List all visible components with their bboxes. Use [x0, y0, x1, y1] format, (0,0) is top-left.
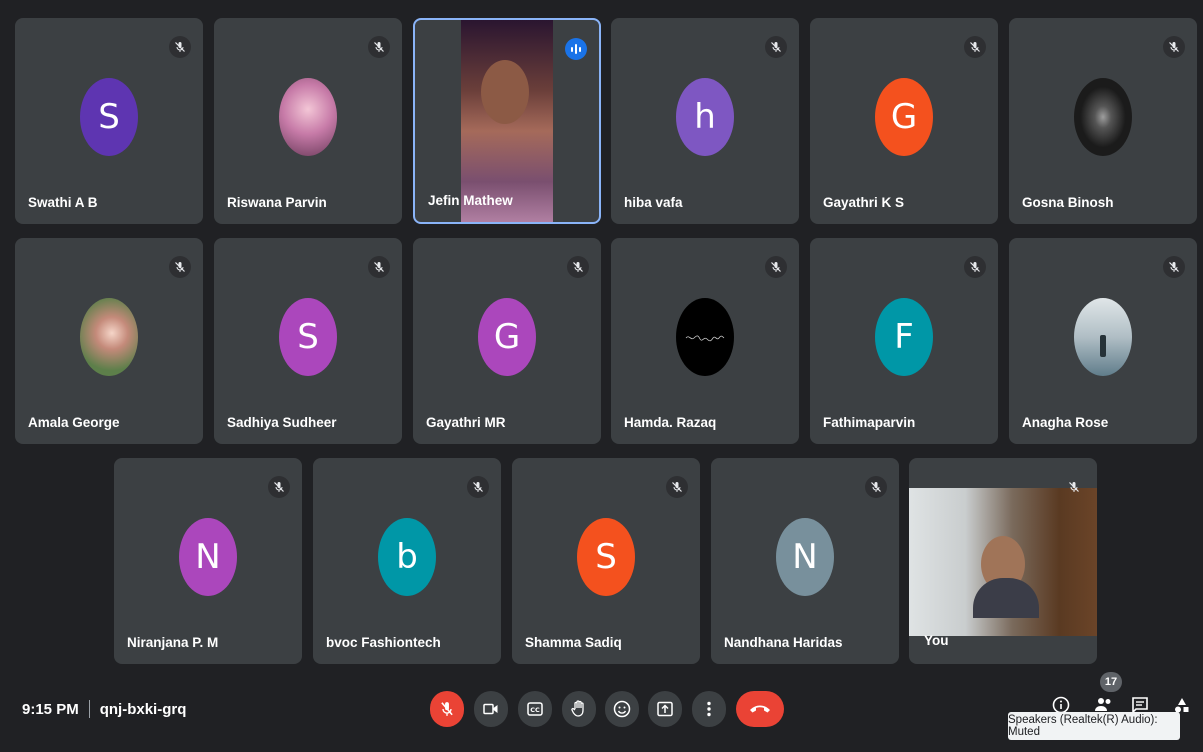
mic-muted-icon	[1063, 476, 1085, 498]
avatar: N	[179, 517, 237, 596]
raise-hand-icon	[571, 700, 584, 717]
participant-name: Nandhana Haridas	[724, 635, 843, 650]
participant-tile[interactable]: G Gayathri MR	[413, 238, 601, 444]
participant-name: Niranjana P. M	[127, 635, 219, 650]
profile-photo	[1074, 297, 1132, 376]
more-options-button[interactable]	[692, 691, 726, 727]
mic-muted-icon	[567, 256, 589, 278]
participant-tile[interactable]: F Fathimaparvin	[810, 238, 998, 444]
captions-icon: CC	[527, 702, 543, 716]
participant-name: Swathi A B	[28, 195, 98, 210]
avatar: S	[80, 77, 138, 156]
meeting-details[interactable]: 9:15 PM qnj-bxki-grq	[22, 700, 186, 718]
mic-muted-icon	[169, 256, 191, 278]
participant-name: Riswana Parvin	[227, 195, 327, 210]
participant-tile[interactable]: b bvoc Fashiontech	[313, 458, 501, 664]
participant-tile[interactable]: h hiba vafa	[611, 18, 799, 224]
svg-text:CC: CC	[530, 706, 540, 714]
participant-video	[461, 20, 553, 222]
present-icon	[657, 701, 673, 717]
profile-photo	[279, 77, 337, 156]
meeting-code: qnj-bxki-grq	[99, 700, 187, 718]
participant-tile[interactable]: Amala George	[15, 238, 203, 444]
profile-photo	[80, 297, 138, 376]
mic-muted-icon	[1163, 36, 1185, 58]
participant-name: Jefin Mathew	[428, 193, 513, 208]
participant-name: Sadhiya Sudheer	[227, 415, 337, 430]
self-video	[909, 488, 1097, 636]
participant-name: Gayathri K S	[823, 195, 905, 210]
profile-photo	[1074, 77, 1132, 156]
participant-tile[interactable]: S Sadhiya Sudheer	[214, 238, 402, 444]
toggle-camera-button[interactable]	[474, 691, 508, 727]
more-options-icon	[707, 701, 711, 717]
participant-name: Gosna Binosh	[1022, 195, 1114, 210]
signature-logo	[685, 335, 725, 342]
leave-call-button[interactable]	[736, 691, 784, 727]
mic-muted-icon	[1163, 256, 1185, 278]
avatar: h	[676, 77, 734, 156]
mic-muted-icon	[964, 256, 986, 278]
participant-name: Amala George	[28, 415, 120, 430]
mic-muted-icon	[368, 256, 390, 278]
self-view-tile[interactable]: You	[909, 458, 1097, 664]
avatar: b	[378, 517, 436, 596]
toggle-mic-button[interactable]	[430, 691, 464, 727]
mic-muted-icon	[268, 476, 290, 498]
avatar: N	[776, 517, 834, 596]
mic-muted-icon	[666, 476, 688, 498]
participant-tile[interactable]: G Gayathri K S	[810, 18, 998, 224]
participant-name: You	[924, 633, 949, 648]
mic-muted-icon	[865, 476, 887, 498]
participant-tile[interactable]: S Shamma Sadiq	[512, 458, 700, 664]
clock-time: 9:15 PM	[22, 700, 79, 718]
avatar: G	[478, 297, 536, 376]
divider	[88, 700, 90, 718]
participant-tile[interactable]: Riswana Parvin	[214, 18, 402, 224]
present-now-button[interactable]	[648, 691, 682, 727]
participant-tile[interactable]: N Niranjana P. M	[114, 458, 302, 664]
participant-name: Anagha Rose	[1022, 415, 1109, 430]
participant-name: Hamda. Razaq	[624, 415, 717, 430]
camera-icon	[483, 703, 498, 715]
participant-count-badge: 17	[1100, 672, 1122, 692]
mic-muted-icon	[964, 36, 986, 58]
mic-muted-icon	[169, 36, 191, 58]
profile-photo	[676, 297, 734, 376]
avatar: G	[875, 77, 933, 156]
end-call-icon	[750, 705, 770, 713]
participant-tile[interactable]: Anagha Rose	[1009, 238, 1197, 444]
avatar: S	[577, 517, 635, 596]
mic-muted-icon	[765, 36, 787, 58]
mic-muted-icon	[368, 36, 390, 58]
captions-button[interactable]: CC	[518, 691, 552, 727]
emoji-icon	[613, 700, 631, 718]
participant-tile[interactable]: S Swathi A B	[15, 18, 203, 224]
mic-off-icon	[441, 702, 453, 716]
participant-tile[interactable]: N Nandhana Haridas	[711, 458, 899, 664]
participant-name: Shamma Sadiq	[525, 635, 622, 650]
speaking-indicator-icon	[565, 38, 587, 60]
participant-name: hiba vafa	[624, 195, 683, 210]
mic-muted-icon	[467, 476, 489, 498]
participant-name: Gayathri MR	[426, 415, 506, 430]
participant-tile[interactable]: Gosna Binosh	[1009, 18, 1197, 224]
participant-name: bvoc Fashiontech	[326, 635, 441, 650]
audio-output-tooltip: Speakers (Realtek(R) Audio): Muted	[1008, 712, 1180, 740]
participant-tile[interactable]: Hamda. Razaq	[611, 238, 799, 444]
avatar: F	[875, 297, 933, 376]
mic-muted-icon	[765, 256, 787, 278]
participant-name: Fathimaparvin	[823, 415, 916, 430]
avatar: S	[279, 297, 337, 376]
reactions-button[interactable]	[605, 691, 639, 727]
raise-hand-button[interactable]	[562, 691, 596, 727]
participant-tile-speaking[interactable]: Jefin Mathew	[413, 18, 601, 224]
